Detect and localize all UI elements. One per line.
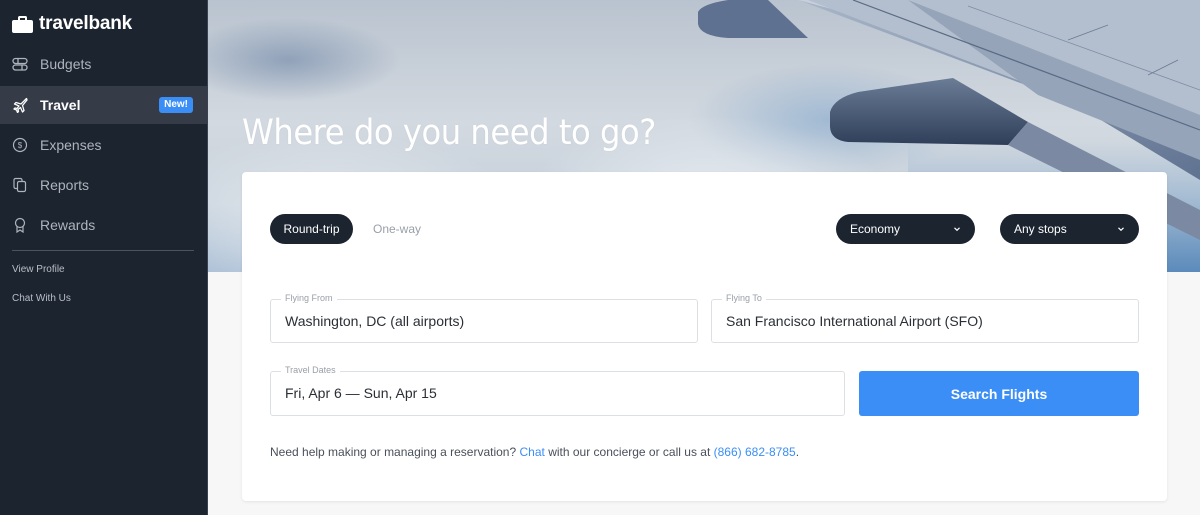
budgets-icon: [12, 56, 28, 72]
cabin-class-value: Economy: [850, 222, 901, 236]
svg-text:$: $: [18, 141, 23, 150]
brand-logo[interactable]: travelbank: [12, 12, 132, 36]
dollar-circle-icon: $: [12, 137, 28, 153]
search-flights-button[interactable]: Search Flights: [859, 371, 1139, 416]
flight-search-card: Round-trip One-way Economy Any stops Fly…: [242, 172, 1167, 501]
sidebar: travelbank Budgets Travel New! $ Expense…: [0, 0, 208, 515]
chevron-down-icon: [1118, 227, 1124, 232]
reports-icon: [12, 177, 28, 193]
sidebar-item-expenses[interactable]: $ Expenses: [0, 126, 207, 164]
help-middle: with our concierge or call us at: [548, 445, 711, 459]
flying-to-field[interactable]: Flying To San Francisco International Ai…: [711, 293, 1139, 343]
sidebar-item-label: Travel: [40, 97, 81, 113]
trip-type-round-trip[interactable]: Round-trip: [270, 214, 353, 244]
sidebar-item-travel[interactable]: Travel New!: [0, 86, 207, 124]
sidebar-item-label: Budgets: [40, 56, 92, 72]
award-icon: [12, 217, 28, 233]
sidebar-item-label: Rewards: [40, 217, 96, 233]
stops-select[interactable]: Any stops: [1000, 214, 1139, 244]
travel-dates-field[interactable]: Travel Dates Fri, Apr 6 — Sun, Apr 15: [270, 365, 845, 416]
sidebar-item-rewards[interactable]: Rewards: [0, 206, 207, 244]
sidebar-item-label: Reports: [40, 177, 90, 193]
chevron-down-icon: [954, 227, 960, 232]
new-badge: New!: [159, 97, 193, 113]
sidebar-item-label: Expenses: [40, 137, 102, 153]
page-title: Where do you need to go?: [242, 113, 656, 153]
travel-dates-value[interactable]: Fri, Apr 6 — Sun, Apr 15: [285, 385, 830, 401]
plane-icon: [12, 97, 28, 113]
flying-to-label: Flying To: [722, 293, 766, 303]
stops-value: Any stops: [1014, 222, 1067, 236]
sidebar-divider: [12, 250, 194, 251]
sidebar-item-budgets[interactable]: Budgets: [0, 45, 207, 83]
phone-link[interactable]: (866) 682-8785: [714, 445, 796, 459]
help-prefix: Need help making or managing a reservati…: [270, 445, 517, 459]
help-text: Need help making or managing a reservati…: [270, 445, 799, 459]
view-profile-link[interactable]: View Profile: [12, 264, 65, 275]
flying-to-value[interactable]: San Francisco International Airport (SFO…: [726, 313, 1124, 329]
chat-with-us-link[interactable]: Chat With Us: [12, 293, 71, 304]
cabin-class-select[interactable]: Economy: [836, 214, 975, 244]
travel-dates-label: Travel Dates: [281, 365, 340, 375]
flying-from-value[interactable]: Washington, DC (all airports): [285, 313, 683, 329]
chat-link[interactable]: Chat: [520, 445, 545, 459]
flying-from-field[interactable]: Flying From Washington, DC (all airports…: [270, 293, 698, 343]
brand-name: travelbank: [39, 13, 133, 34]
help-suffix: .: [795, 445, 800, 459]
flying-from-label: Flying From: [281, 293, 337, 303]
trip-type-one-way[interactable]: One-way: [373, 214, 421, 244]
briefcase-icon: [12, 15, 33, 33]
sidebar-item-reports[interactable]: Reports: [0, 166, 207, 204]
